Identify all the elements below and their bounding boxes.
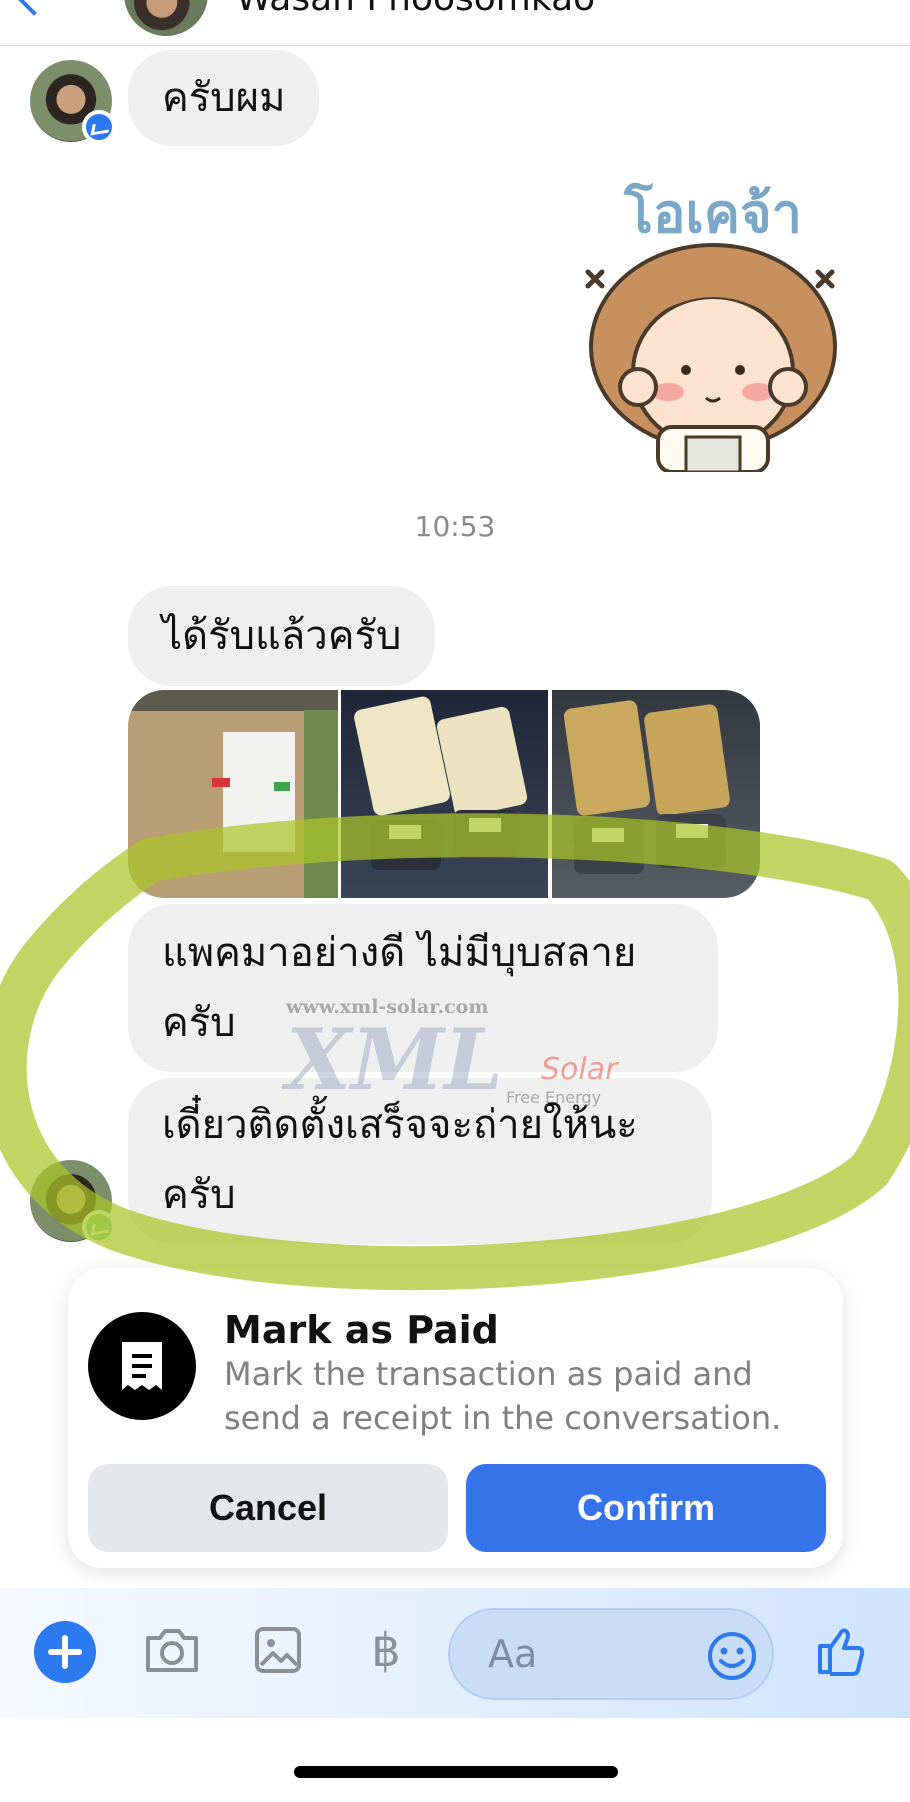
camera-icon[interactable] (140, 1618, 204, 1682)
thumbs-up-icon[interactable] (810, 1618, 874, 1682)
cancel-button[interactable]: Cancel (88, 1464, 448, 1552)
photo-solar-lights-2[interactable] (552, 690, 760, 898)
photo-package[interactable] (128, 690, 338, 898)
baht-payment-icon[interactable]: ฿ (354, 1618, 418, 1682)
mark-as-paid-sheet: Mark as Paid Mark the transaction as pai… (68, 1268, 843, 1568)
message-text-line: ครับ (162, 1000, 236, 1046)
photo-solar-lights-1[interactable] (341, 690, 548, 898)
home-indicator (294, 1766, 618, 1778)
message-text-line: ครับ (162, 1172, 236, 1218)
sticker-caption: โอเคจ้า (623, 182, 802, 245)
chat-header: Wasan Phoosomkao (0, 0, 910, 46)
message-bubble[interactable]: ได้รับแล้วครับ (128, 586, 436, 686)
contact-name[interactable]: Wasan Phoosomkao (236, 0, 595, 19)
message-composer: ฿ Aa (0, 1588, 910, 1718)
message-input[interactable]: Aa (448, 1608, 774, 1700)
message-input-placeholder: Aa (488, 1632, 538, 1676)
message-text-line: เดี๋ยวติดตั้งเสร็จจะถ่ายให้นะ (162, 1102, 638, 1148)
contact-avatar[interactable] (124, 0, 208, 36)
messenger-badge-icon (82, 110, 116, 144)
message-timestamp: 10:53 (414, 510, 496, 543)
receipt-icon (88, 1312, 196, 1420)
messenger-badge-icon (82, 1210, 116, 1244)
sticker-image[interactable]: โอเคจ้า (568, 172, 858, 474)
message-bubble[interactable]: เดี๋ยวติดตั้งเสร็จจะถ่ายให้นะ ครับ (128, 1078, 712, 1244)
sender-avatar[interactable] (30, 60, 116, 144)
gallery-icon[interactable] (246, 1618, 310, 1682)
sheet-description: Mark the transaction as paid and send a … (224, 1355, 782, 1437)
back-chevron-icon[interactable] (14, 0, 54, 16)
plus-icon[interactable] (34, 1621, 96, 1683)
sheet-title: Mark as Paid (224, 1308, 499, 1352)
emoji-icon[interactable] (706, 1630, 758, 1682)
message-bubble[interactable]: แพคมาอย่างดี ไม่มีบุบสลาย ครับ (128, 904, 718, 1072)
message-bubble[interactable]: ครับผม (128, 50, 320, 146)
confirm-button[interactable]: Confirm (466, 1464, 826, 1552)
sender-avatar[interactable] (30, 1160, 116, 1244)
message-text-line: แพคมาอย่างดี ไม่มีบุบสลาย (162, 930, 637, 976)
